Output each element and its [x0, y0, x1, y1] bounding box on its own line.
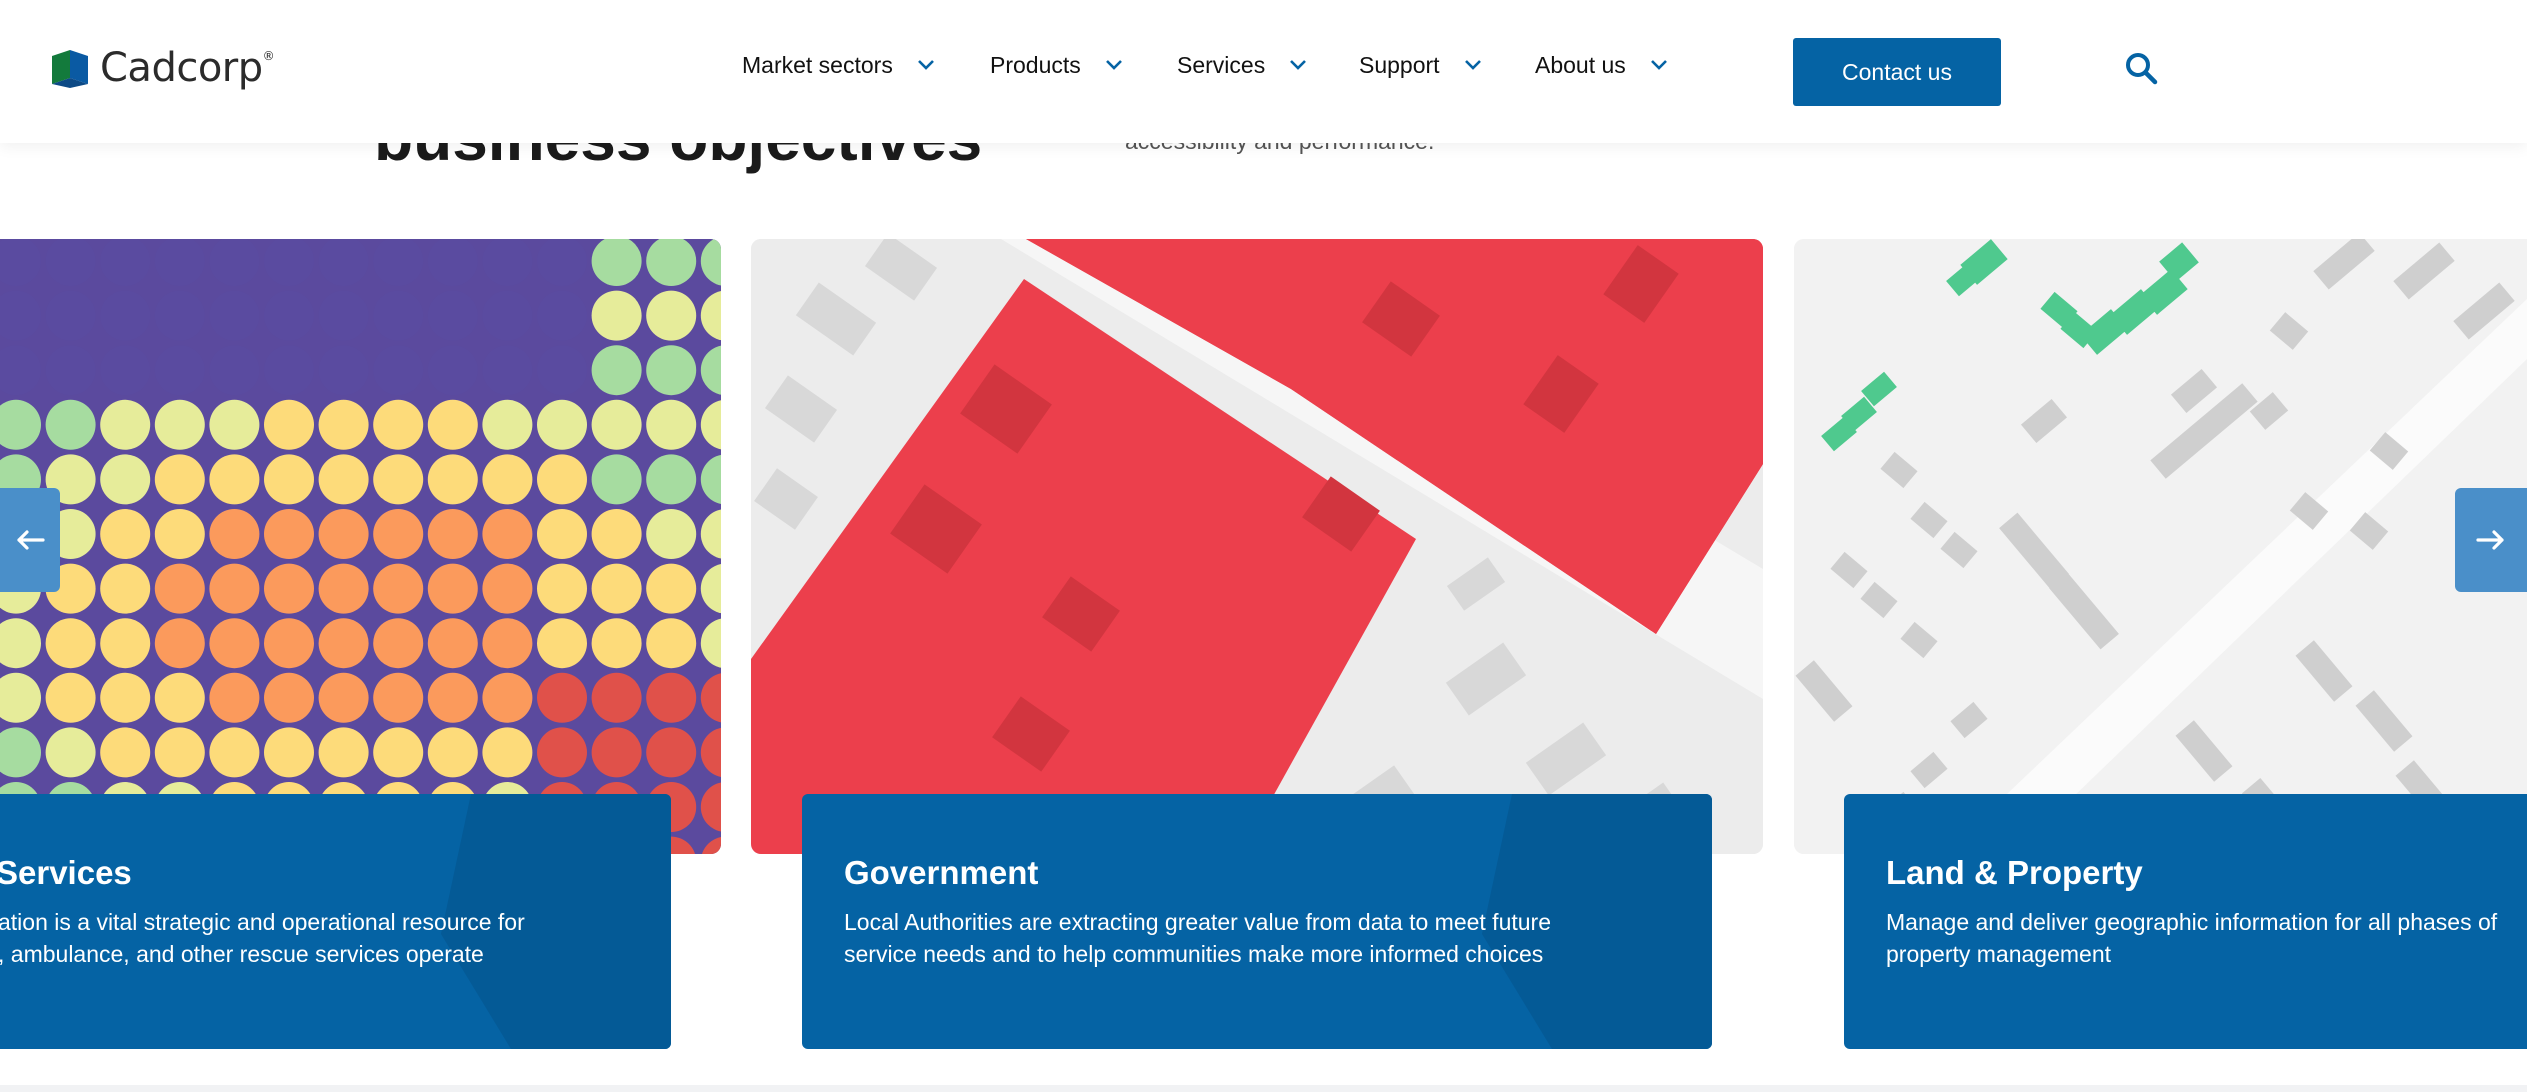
nav-item-support[interactable]: Support — [1359, 50, 1482, 80]
nav-label: Products — [990, 51, 1081, 78]
nav-label: Services — [1177, 51, 1266, 78]
map-image-land-property — [1794, 239, 2527, 854]
card-description: Manage and deliver geographic informatio… — [1886, 909, 2498, 967]
nav-label: About us — [1535, 51, 1626, 78]
map-image-government — [751, 239, 1763, 854]
card-description: ation is a vital strategic and operation… — [0, 909, 525, 967]
carousel-prev-button[interactable] — [0, 488, 60, 592]
carousel-next-button[interactable] — [2455, 488, 2527, 592]
nav-item-market-sectors[interactable]: Market sectors — [742, 50, 935, 80]
chevron-down-icon — [1650, 60, 1667, 70]
nav-label: Support — [1359, 51, 1440, 78]
heatmap-image — [0, 239, 721, 854]
arrow-left-icon — [17, 530, 45, 550]
nav-item-services[interactable]: Services — [1177, 50, 1307, 80]
site-header: Cadcorp® Market sectors Products Service… — [0, 0, 2527, 143]
chevron-down-icon — [917, 60, 934, 70]
card-title: Services — [0, 854, 132, 891]
arrow-right-icon — [2476, 530, 2504, 550]
section-divider — [0, 1085, 2527, 1092]
card-panel: Land & Property Manage and deliver geogr… — [1844, 794, 2527, 1049]
chevron-down-icon — [1464, 60, 1481, 70]
chevron-down-icon — [1290, 60, 1307, 70]
nav-item-products[interactable]: Products — [990, 50, 1123, 80]
logo-mark-icon — [52, 50, 88, 88]
nav-item-about-us[interactable]: About us — [1535, 50, 1668, 80]
card-panel: Services ation is a vital strategic and … — [0, 794, 671, 1049]
logo-text: Cadcorp® — [100, 45, 275, 91]
search-icon[interactable] — [2124, 51, 2158, 85]
contact-us-button[interactable]: Contact us — [1793, 38, 2001, 106]
nav-label: Market sectors — [742, 51, 893, 78]
card-panel: Government Local Authorities are extract… — [802, 794, 1712, 1049]
card-description: Local Authorities are extracting greater… — [844, 909, 1551, 967]
cadcorp-logo[interactable]: Cadcorp® — [50, 44, 275, 92]
card-title: Land & Property — [1886, 854, 2143, 891]
card-title: Government — [844, 854, 1039, 891]
chevron-down-icon — [1105, 60, 1122, 70]
